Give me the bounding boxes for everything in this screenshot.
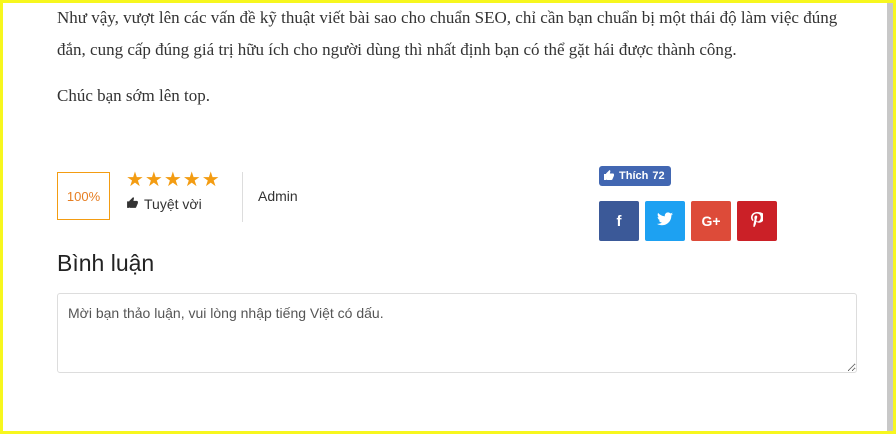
rating-verdict: Tuyệt vời	[126, 196, 202, 212]
share-facebook-button[interactable]: f	[599, 201, 639, 241]
like-count: 72	[652, 170, 665, 182]
scrollbar[interactable]	[887, 3, 893, 431]
rating-percent: 100%	[66, 188, 101, 204]
rating-stars: ★★★★★	[126, 169, 221, 191]
facebook-icon: f	[616, 212, 622, 230]
twitter-icon	[657, 212, 673, 230]
thumbs-up-icon	[126, 196, 139, 212]
like-label: Thích	[619, 170, 649, 182]
article-paragraph: Như vậy, vượt lên các vấn đề kỹ thuật vi…	[57, 8, 838, 59]
article-paragraph: Chúc bạn sớm lên top.	[57, 86, 210, 105]
share-google-plus-button[interactable]: G+	[691, 201, 731, 241]
comments-title: Bình luận	[57, 250, 155, 276]
pinterest-icon	[751, 211, 765, 231]
author-name[interactable]: Admin	[258, 188, 298, 204]
share-twitter-button[interactable]	[645, 201, 685, 241]
divider	[242, 172, 243, 222]
rating-percent-box: 100%	[57, 172, 110, 220]
comment-input[interactable]	[57, 293, 857, 373]
share-pinterest-button[interactable]	[737, 201, 777, 241]
rating-verdict-label: Tuyệt vời	[144, 196, 202, 212]
thumbs-up-icon	[603, 169, 615, 184]
article-body: Như vậy, vượt lên các vấn đề kỹ thuật vi…	[57, 2, 867, 126]
google-plus-icon: G+	[701, 213, 721, 229]
facebook-like-button[interactable]: Thích 72	[599, 166, 671, 186]
